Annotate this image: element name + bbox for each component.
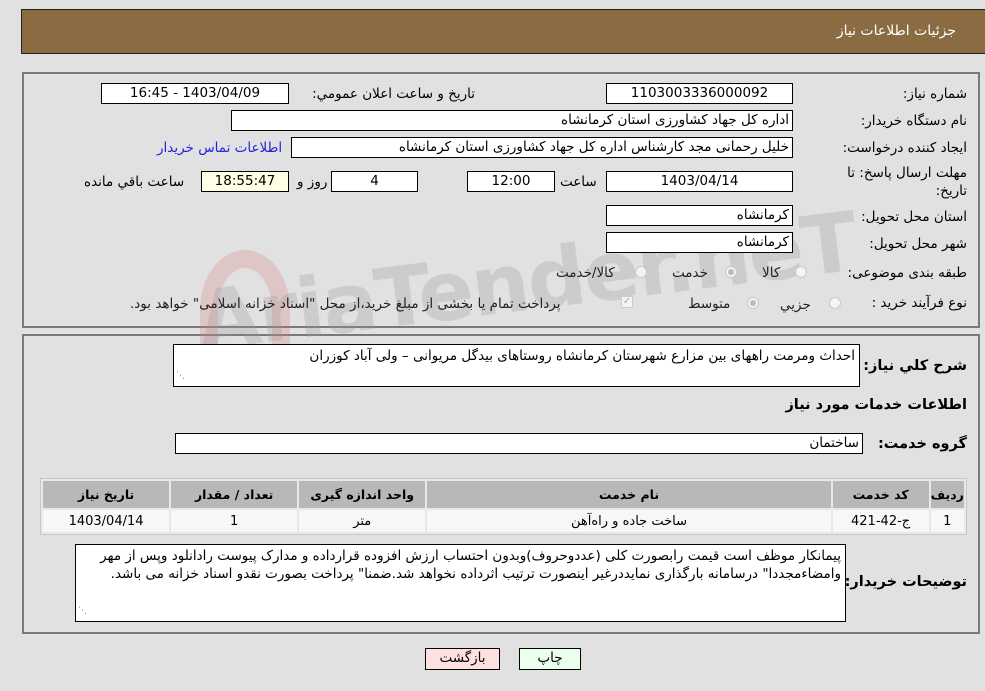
deadline-time-label: ساعت xyxy=(560,174,597,190)
category-radio-service[interactable] xyxy=(725,266,737,278)
remaining-time-field: 18:55:47 xyxy=(201,171,289,192)
cell-row: 1 xyxy=(930,510,964,532)
resize-grip-icon[interactable]: ⋰ xyxy=(176,367,185,385)
buyer-notes-text: پیمانکار موظف است قیمت رابصورت کلی (عددو… xyxy=(100,548,841,582)
category-option-goods: کالا xyxy=(762,265,781,281)
cell-name: ساخت جاده و راه‌آهن xyxy=(427,510,831,532)
back-button[interactable]: بازگشت xyxy=(425,648,500,670)
description-textarea[interactable]: احداث ومرمت راههای بین مزارع شهرستان کرم… xyxy=(173,344,860,387)
province-field[interactable]: کرمانشاه xyxy=(606,205,793,226)
table-header-row: رديف کد خدمت نام خدمت واحد اندازه گيری ت… xyxy=(43,481,964,508)
col-unit: واحد اندازه گيری xyxy=(299,481,426,508)
remaining-label: ساعت باقي مانده xyxy=(84,174,185,190)
service-group-label: گروه خدمت: xyxy=(877,436,967,452)
buyer-org-label: نام دستگاه خريدار: xyxy=(860,113,967,129)
deadline-date-field[interactable]: 1403/04/14 xyxy=(606,171,793,192)
col-name: نام خدمت xyxy=(427,481,831,508)
treasury-note: پرداخت تمام يا بخشی از مبلغ خريد،از محل … xyxy=(130,296,561,312)
category-option-service: خدمت xyxy=(672,265,708,281)
buyer-org-field[interactable]: اداره کل جهاد کشاورزی استان کرمانشاه xyxy=(231,110,793,131)
requester-label: ايجاد کننده درخواست: xyxy=(842,140,967,156)
need-number-label: شماره نياز: xyxy=(902,86,967,102)
services-table: رديف کد خدمت نام خدمت واحد اندازه گيری ت… xyxy=(40,478,967,535)
process-option-medium: متوسط xyxy=(688,296,731,312)
requester-field[interactable]: خلیل رحمانی مجد کارشناس اداره کل جهاد کش… xyxy=(291,137,793,158)
category-radio-goods-service[interactable] xyxy=(635,266,647,278)
days-label: روز و xyxy=(297,174,328,190)
description-label: شرح کلي نياز: xyxy=(863,358,967,374)
resize-grip-icon[interactable]: ⋰ xyxy=(78,602,87,620)
cell-qty: 1 xyxy=(171,510,298,532)
process-option-minor: جزيي xyxy=(780,297,811,313)
need-number-field[interactable]: 1103003336000092 xyxy=(606,83,793,104)
col-qty: تعداد / مقدار xyxy=(171,481,298,508)
col-date: تاريخ نياز xyxy=(43,481,170,508)
buyer-contact-link[interactable]: اطلاعات تماس خريدار xyxy=(157,140,282,156)
cell-date: 1403/04/14 xyxy=(43,510,170,532)
col-code: کد خدمت xyxy=(832,481,929,508)
table-row: 1 ج-42-421 ساخت جاده و راه‌آهن متر 1 140… xyxy=(43,510,964,532)
buyer-notes-textarea[interactable]: پیمانکار موظف است قیمت رابصورت کلی (عددو… xyxy=(75,544,846,622)
description-text: احداث ومرمت راههای بین مزارع شهرستان کرم… xyxy=(309,348,855,364)
print-button[interactable]: چاپ xyxy=(519,648,581,670)
process-radio-medium[interactable] xyxy=(747,297,759,309)
cell-code: ج-42-421 xyxy=(832,510,929,532)
category-label: طبقه بندی موضوعی: xyxy=(847,265,967,281)
page-header: جزئيات اطلاعات نياز xyxy=(21,9,985,54)
services-title: اطلاعات خدمات مورد نياز xyxy=(785,397,967,413)
city-label: شهر محل تحويل: xyxy=(869,236,967,252)
category-radio-goods[interactable] xyxy=(795,266,807,278)
process-label: نوع فرآيند خريد : xyxy=(871,295,967,311)
cell-unit: متر xyxy=(299,510,426,532)
col-row: رديف xyxy=(930,481,964,508)
announce-label: تاريخ و ساعت اعلان عمومي: xyxy=(312,86,475,102)
service-group-field[interactable]: ساختمان xyxy=(175,433,863,454)
province-label: استان محل تحويل: xyxy=(861,209,967,225)
page-title: جزئيات اطلاعات نياز xyxy=(836,23,956,39)
city-field[interactable]: کرمانشاه xyxy=(606,232,793,253)
announce-datetime-field[interactable]: 1403/04/09 - 16:45 xyxy=(101,83,289,104)
buyer-notes-label: توضيحات خريدار: xyxy=(844,574,967,590)
process-radio-minor[interactable] xyxy=(829,297,841,309)
treasury-checkbox[interactable]: ✓ xyxy=(621,296,633,308)
category-option-goods-service: کالا/خدمت xyxy=(556,265,615,281)
deadline-time-field[interactable]: 12:00 xyxy=(467,171,555,192)
days-field[interactable]: 4 xyxy=(331,171,418,192)
deadline-label: مهلت ارسال پاسخ: تا تاريخ: xyxy=(847,165,967,199)
